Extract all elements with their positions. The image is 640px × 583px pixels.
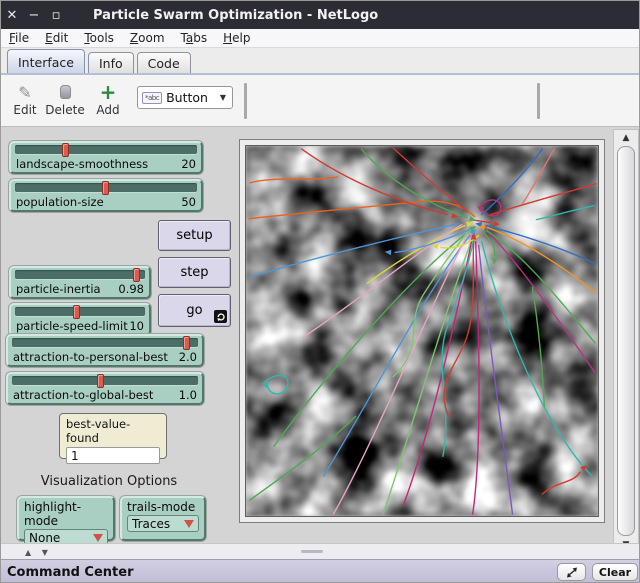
toolbar-separator xyxy=(537,83,540,119)
slider-landscape-smoothness[interactable]: landscape-smoothness 20 xyxy=(9,141,203,174)
expand-button[interactable] xyxy=(557,563,586,581)
slider-handle[interactable] xyxy=(183,336,190,350)
command-center-title: Command Center xyxy=(7,565,133,580)
slider-label: landscape-smoothness xyxy=(16,157,148,171)
slider-particle-speed-limit[interactable]: particle-speed-limit10 xyxy=(9,303,151,336)
slider-value: 50 xyxy=(181,195,196,209)
slider-label: particle-inertia xyxy=(16,282,101,296)
setup-button[interactable]: setup xyxy=(158,220,231,251)
tab-code[interactable]: Code xyxy=(137,52,191,73)
maximize-icon[interactable]: ▫ xyxy=(45,8,67,23)
slider-track xyxy=(15,145,197,154)
menu-item-edit[interactable]: Edit xyxy=(37,30,76,46)
go-button[interactable]: go xyxy=(158,294,231,327)
scrollbar-thumb[interactable] xyxy=(617,146,635,536)
slider-value: 2.0 xyxy=(179,350,197,364)
button-label: step xyxy=(180,265,208,280)
minimize-icon[interactable]: − xyxy=(23,8,45,23)
slider-value: 1.0 xyxy=(179,388,197,402)
menu-item-help[interactable]: Help xyxy=(215,30,258,46)
delete-tool-label: Delete xyxy=(43,103,87,117)
chooser-label: highlight-mode xyxy=(24,500,108,528)
monitor-value: 1 xyxy=(66,447,160,464)
slider-value: 20 xyxy=(181,157,196,171)
plus-icon: + xyxy=(100,83,117,101)
slider-label: particle-speed-limit xyxy=(16,319,128,333)
splitter-arrows-icon[interactable]: ▲ ▼ xyxy=(25,548,52,557)
menu-item-file[interactable]: File xyxy=(1,30,37,46)
command-center-splitter[interactable]: ▲ ▼ xyxy=(1,543,639,559)
toolbar: ✎ Edit Delete + Add *abc Button ▼ normal… xyxy=(1,75,639,127)
add-tool-label: Add xyxy=(93,103,123,117)
splitter-handle-icon[interactable] xyxy=(301,550,323,553)
menu-item-tabs[interactable]: Tabs xyxy=(173,30,216,46)
slider-track xyxy=(12,338,198,347)
chooser-arrow-icon xyxy=(93,534,103,542)
chooser-field[interactable]: Traces xyxy=(127,515,199,532)
view-frame xyxy=(239,139,605,523)
menu-item-tools[interactable]: Tools xyxy=(76,30,122,46)
chooser-trails-mode[interactable]: trails-mode Traces xyxy=(120,496,206,541)
chooser-highlight-mode[interactable]: highlight-mode None xyxy=(17,496,115,541)
widget-type-dropdown[interactable]: *abc Button ▼ xyxy=(137,86,233,109)
button-label: setup xyxy=(176,228,212,243)
button-label: go xyxy=(186,303,202,318)
toolbar-separator xyxy=(244,83,247,119)
command-center-bar: Command Center Clear xyxy=(1,559,639,583)
netlogo-window: ✕ − ▫ Particle Swarm Optimization - NetL… xyxy=(0,0,640,583)
pencil-icon: ✎ xyxy=(18,83,31,102)
step-button[interactable]: step xyxy=(158,257,231,288)
monitor-label: best-value-found xyxy=(66,417,160,445)
chooser-value: Traces xyxy=(132,517,170,531)
menu-item-zoom[interactable]: Zoom xyxy=(122,30,173,46)
monitor-best-value-found: best-value-found 1 xyxy=(59,413,167,459)
chooser-label: trails-mode xyxy=(127,500,199,514)
slider-track xyxy=(15,270,145,279)
title-bar: ✕ − ▫ Particle Swarm Optimization - NetL… xyxy=(1,1,639,29)
slider-track xyxy=(12,376,198,385)
clear-button[interactable]: Clear xyxy=(592,563,638,581)
slider-handle[interactable] xyxy=(62,143,69,157)
slider-attraction-to-personal-best[interactable]: attraction-to-personal-best 2.0 xyxy=(6,334,204,367)
visualization-options-label: Visualization Options xyxy=(9,474,209,489)
slider-handle[interactable] xyxy=(133,268,140,282)
scroll-up-icon[interactable]: ▲ xyxy=(614,130,638,145)
slider-label: attraction-to-global-best xyxy=(13,388,153,402)
close-icon[interactable]: ✕ xyxy=(1,8,23,23)
slider-handle[interactable] xyxy=(73,305,80,319)
world-view[interactable] xyxy=(245,145,599,517)
edit-tool-button[interactable]: ✎ Edit xyxy=(9,81,41,117)
slider-handle[interactable] xyxy=(97,374,104,388)
widget-type-value: Button xyxy=(166,90,208,105)
slider-track xyxy=(15,307,145,316)
slider-track xyxy=(15,183,197,192)
slider-label: attraction-to-personal-best xyxy=(13,350,168,364)
vertical-scrollbar[interactable]: ▲ ▼ xyxy=(613,129,639,553)
chevron-down-icon: ▼ xyxy=(220,93,226,102)
slider-handle[interactable] xyxy=(102,181,109,195)
slider-population-size[interactable]: population-size 50 xyxy=(9,179,203,212)
eraser-icon xyxy=(60,85,71,99)
expand-icon xyxy=(566,567,578,578)
slider-attraction-to-global-best[interactable]: attraction-to-global-best 1.0 xyxy=(6,372,204,405)
tab-info[interactable]: Info xyxy=(88,52,134,73)
menu-bar: FileEditToolsZoomTabsHelp xyxy=(1,29,639,48)
window-title: Particle Swarm Optimization - NetLogo xyxy=(93,8,378,23)
forever-icon xyxy=(214,310,227,323)
slider-value: 10 xyxy=(129,319,144,333)
tab-interface[interactable]: Interface xyxy=(7,49,85,73)
tab-bar: InterfaceInfoCode xyxy=(1,48,639,73)
slider-particle-inertia[interactable]: particle-inertia 0.98 xyxy=(9,266,151,299)
edit-tool-label: Edit xyxy=(9,103,41,117)
slider-label: population-size xyxy=(16,195,104,209)
delete-tool-button[interactable]: Delete xyxy=(43,81,87,117)
add-tool-button[interactable]: + Add xyxy=(93,81,123,117)
slider-value: 0.98 xyxy=(118,282,144,296)
widget-type-icon: *abc xyxy=(142,92,162,104)
chooser-arrow-icon xyxy=(184,520,194,528)
